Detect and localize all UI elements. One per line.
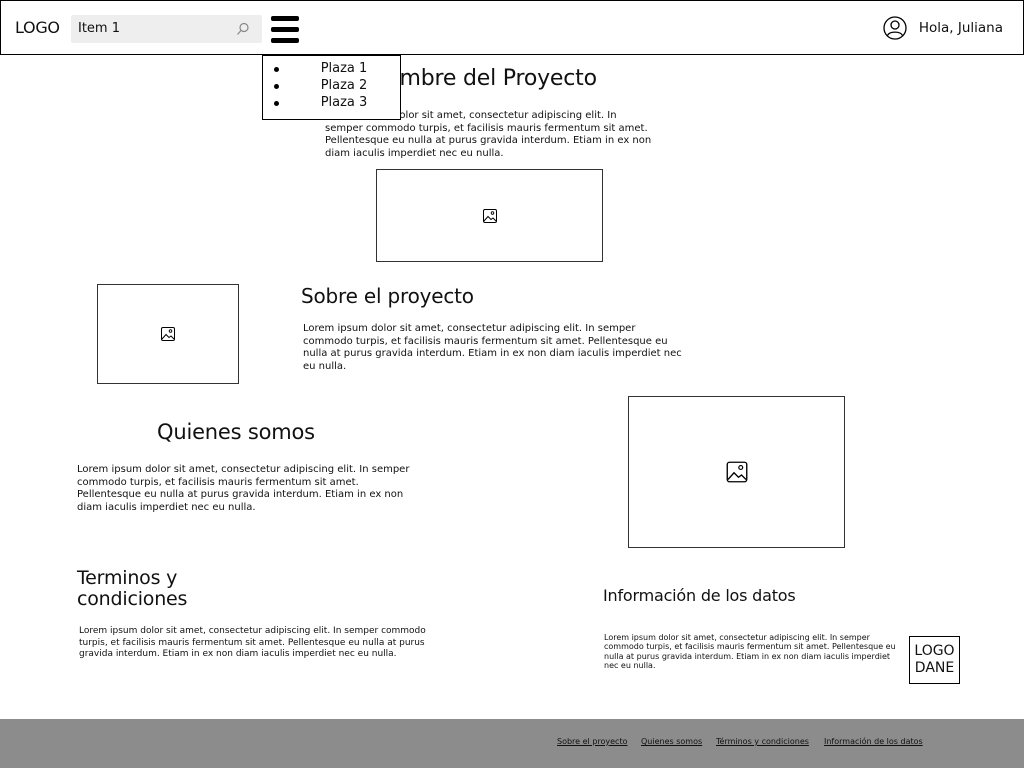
menu-item[interactable]: Plaza 1 bbox=[263, 61, 402, 78]
who-image bbox=[628, 396, 845, 548]
terms-title: Terminos y condiciones bbox=[77, 567, 188, 610]
menu-item[interactable]: Plaza 3 bbox=[263, 95, 402, 112]
project-image bbox=[376, 169, 603, 262]
data-info-title: Información de los datos bbox=[603, 586, 796, 605]
user-profile[interactable]: Hola, Juliana bbox=[883, 15, 1003, 41]
dropdown-menu: Plaza 1 Plaza 2 Plaza 3 bbox=[262, 55, 401, 120]
search-icon[interactable] bbox=[236, 22, 250, 36]
image-placeholder-icon bbox=[161, 327, 175, 341]
logo-dane: LOGO DANE bbox=[909, 636, 960, 684]
logo[interactable]: LOGO bbox=[15, 18, 60, 37]
who-description: Lorem ipsum dolor sit amet, consectetur … bbox=[77, 464, 410, 514]
terms-description: Lorem ipsum dolor sit amet, consectetur … bbox=[79, 626, 426, 660]
menu-item-label[interactable]: Plaza 3 bbox=[263, 95, 425, 110]
search-input[interactable]: Item 1 bbox=[71, 15, 262, 43]
about-image bbox=[97, 284, 239, 384]
menu-item-label[interactable]: Plaza 2 bbox=[263, 78, 425, 93]
footer-link-data-info[interactable]: Información de los datos bbox=[824, 737, 923, 746]
data-info-description: Lorem ipsum dolor sit amet, consectetur … bbox=[604, 633, 896, 671]
user-avatar-icon[interactable] bbox=[883, 16, 907, 40]
search-value[interactable]: Item 1 bbox=[78, 21, 120, 36]
top-nav-bar: LOGO Item 1 Hola, Juliana bbox=[0, 0, 1024, 55]
footer-link-who[interactable]: Quienes somos bbox=[641, 737, 702, 746]
hamburger-menu-icon[interactable] bbox=[271, 16, 299, 46]
image-placeholder-icon bbox=[482, 208, 497, 223]
who-title: Quienes somos bbox=[157, 420, 315, 444]
about-title: Sobre el proyecto bbox=[301, 284, 474, 308]
menu-item[interactable]: Plaza 2 bbox=[263, 78, 402, 95]
image-placeholder-icon bbox=[726, 461, 747, 483]
about-description: Lorem ipsum dolor sit amet, consectetur … bbox=[303, 323, 682, 373]
user-greeting: Hola, Juliana bbox=[918, 20, 1003, 36]
menu-item-label[interactable]: Plaza 1 bbox=[263, 61, 425, 76]
footer-link-about[interactable]: Sobre el proyecto bbox=[557, 737, 628, 746]
footer-link-terms[interactable]: Términos y condiciones bbox=[716, 737, 809, 746]
footer: Sobre el proyecto Quienes somos Términos… bbox=[0, 719, 1024, 768]
